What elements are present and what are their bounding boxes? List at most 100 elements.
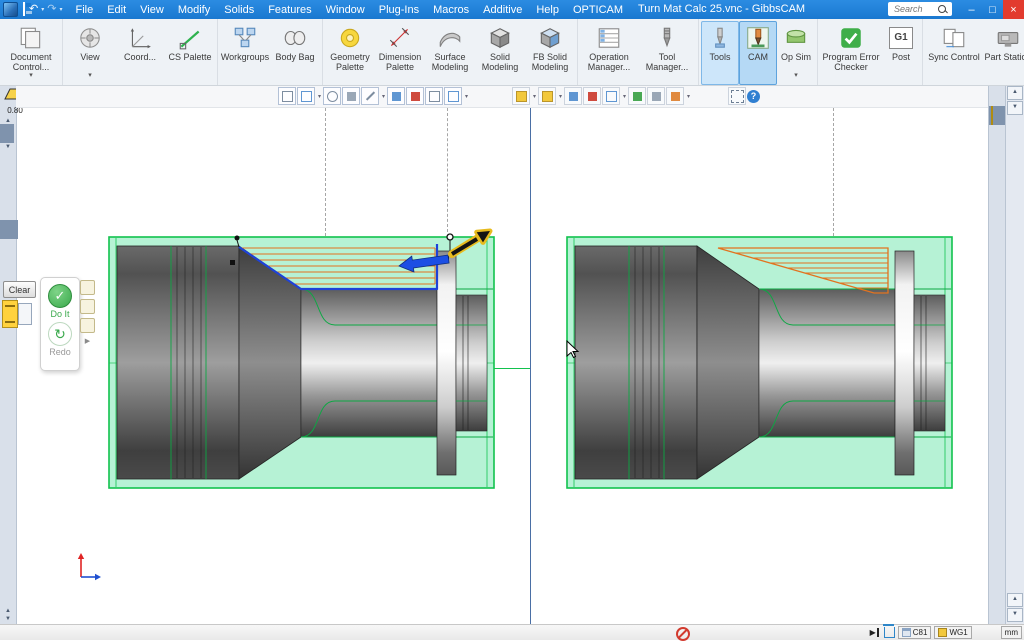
strip-item[interactable] [12,124,14,143]
ribbon-solid-modeling[interactable]: Solid Modeling [475,21,525,85]
ribbon-body-bag[interactable]: Body Bag [270,21,320,85]
search-input[interactable] [892,3,938,15]
grid-snap-icon[interactable] [444,87,462,105]
viewport-right-part[interactable] [564,220,956,498]
redo-button[interactable]: ↷ [46,4,57,15]
do-it-button[interactable]: ✓ [48,284,72,308]
ribbon-part-station[interactable]: Part Station [983,21,1024,85]
open-workgroup-icon[interactable] [538,87,556,105]
ribbon-geometry-palette[interactable]: Geometry Palette [325,21,375,85]
cs-align-icon[interactable] [297,87,315,105]
redo-op-button[interactable]: ↻ [48,322,72,346]
menu-view[interactable]: View [133,2,171,18]
ribbon-view[interactable]: View ▾ [65,21,115,85]
menu-features[interactable]: Features [261,2,318,18]
menu-additive[interactable]: Additive [476,2,529,18]
clipboard-icon[interactable] [80,318,95,333]
dropdown-icon[interactable]: ▾ [382,93,385,100]
go-to-end-icon[interactable]: ▶ [870,628,879,637]
ribbon-fb-solid-modeling[interactable]: FB Solid Modeling [525,21,575,85]
menu-window[interactable]: Window [319,2,372,18]
restore-button[interactable]: □ [982,0,1003,19]
op-marker-icon[interactable] [583,87,601,105]
ribbon-operation-manager[interactable]: Operation Manager... [580,21,638,85]
dropdown-icon[interactable]: ▾ [623,93,626,100]
profile-corner-handle[interactable] [230,260,235,265]
help-icon[interactable]: ? [747,90,760,103]
ribbon-program-error-checker[interactable]: Program Error Checker [820,21,882,85]
translate-icon[interactable] [406,87,424,105]
stock-icon[interactable] [564,87,582,105]
profile-end-handle[interactable] [447,234,453,240]
minimize-button[interactable]: – [961,0,982,19]
scroll-down-button[interactable]: ▼ [1007,608,1023,622]
dropdown-icon[interactable]: ▾ [687,93,690,100]
ribbon-op-sim[interactable]: Op Sim ▾ [777,21,815,85]
sheet-icon[interactable] [628,87,646,105]
scroll-up-button[interactable]: ▲ [1007,86,1023,100]
expand-arrow-icon[interactable]: ▶ [80,337,95,345]
dropdown-icon[interactable]: ▾ [29,72,33,79]
close-button[interactable]: × [1003,0,1024,19]
units-indicator[interactable]: mm [1001,626,1022,639]
search-icon[interactable] [938,5,946,13]
profile-start-handle[interactable] [235,236,240,241]
dropdown-icon[interactable]: ▾ [318,93,321,100]
dropdown-icon[interactable]: ▾ [559,93,562,100]
viewport-left-part[interactable] [106,220,498,498]
printer-icon[interactable] [647,87,665,105]
undo-dropdown-icon[interactable]: ▾ [41,6,44,13]
iso-view-icon[interactable] [342,87,360,105]
select-tool-icon[interactable] [278,87,296,105]
clipboard-icon[interactable] [80,280,95,295]
viewport-divider[interactable] [530,107,531,625]
swap-alt-icon[interactable] [18,303,32,325]
ribbon-cam[interactable]: CAM [739,21,777,85]
swap-selected-icon[interactable] [2,300,18,328]
zoom-window-icon[interactable] [361,87,379,105]
scroll-up-icon[interactable]: ▲ [0,607,16,615]
clear-button[interactable]: Clear [3,281,36,298]
menu-opticam[interactable]: OPTICAM [566,2,630,18]
ribbon-surface-modeling[interactable]: Surface Modeling [425,21,475,85]
redo-dropdown-icon[interactable]: ▾ [59,6,62,13]
fit-to-screen-icon[interactable] [728,87,746,105]
ribbon-document-control[interactable]: Document Control... ▾ [2,21,60,85]
menu-modify[interactable]: Modify [171,2,217,18]
app-icon[interactable] [3,2,18,17]
mirror-icon[interactable] [387,87,405,105]
ribbon-cs-palette[interactable]: CS Palette [165,21,215,85]
menu-help[interactable]: Help [529,2,566,18]
dropdown-icon[interactable]: ▾ [794,72,798,79]
workgroup-indicator[interactable]: WG1 [934,626,971,639]
ribbon-dimension-palette[interactable]: Dimension Palette [375,21,425,85]
ribbon-tools[interactable]: Tools [701,21,739,85]
menu-solids[interactable]: Solids [217,2,261,18]
duplicate-icon[interactable] [425,87,443,105]
ribbon-coord[interactable]: Coord... [115,21,165,85]
dropdown-icon[interactable]: ▾ [533,93,536,100]
scroll-down-icon[interactable]: ▼ [0,615,16,623]
ribbon-tool-manager[interactable]: Tool Manager... [638,21,696,85]
top-view-icon[interactable] [323,87,341,105]
strip-item[interactable] [16,220,18,239]
menu-edit[interactable]: Edit [100,2,133,18]
ribbon-sync-control[interactable]: Sync Control [925,21,983,85]
dropdown-icon[interactable]: ▾ [88,72,92,79]
scroll-down-button[interactable]: ▼ [1007,101,1023,115]
menu-plugins[interactable]: Plug-Ins [372,2,426,18]
columns-icon[interactable] [602,87,620,105]
ribbon-post[interactable]: G1 Post [882,21,920,85]
gear-icon[interactable] [666,87,684,105]
new-workgroup-icon[interactable] [512,87,530,105]
ribbon-workgroups[interactable]: Workgroups [220,21,270,85]
menu-file[interactable]: File [68,2,100,18]
save-button[interactable] [22,4,26,15]
trash-icon[interactable] [884,627,895,638]
scroll-up-button[interactable]: ▲ [1007,593,1023,607]
clipboard-icon[interactable] [80,299,95,314]
dropdown-icon[interactable]: ▾ [465,93,468,100]
cs-indicator[interactable]: C81 [898,626,932,639]
menu-macros[interactable]: Macros [426,2,476,18]
scroll-down-icon[interactable]: ▼ [0,143,16,151]
